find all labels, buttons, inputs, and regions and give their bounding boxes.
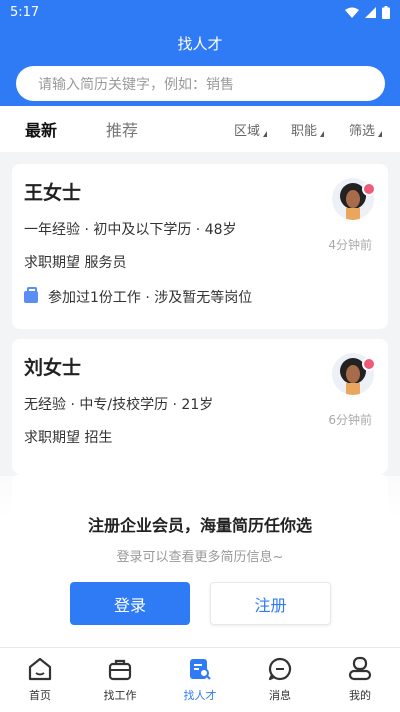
battery-icon [382,5,390,19]
tab-latest[interactable]: 最新 [25,117,57,141]
nav-messages[interactable]: 消息 [240,648,320,712]
nav-messages-label: 消息 [269,689,291,702]
filter-area-label: 区域 [234,123,261,139]
search-input[interactable]: 请输入简历关键字，例如：销售 [16,66,385,101]
chat-icon [268,657,292,681]
register-button[interactable]: 注册 [210,582,331,625]
resume-card[interactable]: 王女士 一年经验 · 初中及以下学历 · 48岁 求职期望 服务员 参加过1份工… [12,164,388,329]
candidate-meta: 无经验 · 中专/技校学历 · 21岁 [24,397,214,413]
header: 找人才 请输入简历关键字，例如：销售 [0,24,400,106]
post-time: 6分钟前 [328,413,372,427]
resume-search-icon [190,659,211,680]
triangle-icon [320,130,325,137]
candidate-work: 参加过1份工作 · 涉及暂无等岗位 [24,287,252,307]
status-time: 5:17 [10,4,40,20]
nav-home[interactable]: 首页 [0,648,80,712]
post-time: 4分钟前 [328,238,372,252]
nav-talent[interactable]: 找人才 [160,648,240,712]
status-bar: 5:17 [0,0,400,24]
nav-mine[interactable]: 我的 [320,648,400,712]
page-title: 找人才 [177,35,223,53]
login-prompt-title: 注册企业会员，海量简历任你选 [87,516,312,535]
nav-mine-label: 我的 [349,689,371,702]
candidate-name: 刘女士 [24,357,82,379]
login-prompt-subtitle: 登录可以查看更多简历信息~ [116,550,284,565]
filter-area[interactable]: 区域 [234,120,268,139]
login-button[interactable]: 登录 [70,582,190,625]
candidate-expectation: 求职期望 招生 [24,430,113,446]
nav-home-label: 首页 [29,689,51,702]
briefcase-icon [24,287,38,303]
triangle-icon [263,130,268,137]
signal-icon [365,6,376,18]
triangle-icon [378,130,383,137]
candidate-meta: 一年经验 · 初中及以下学历 · 48岁 [24,222,237,238]
tab-recommend[interactable]: 推荐 [106,117,138,141]
wifi-icon [345,7,359,18]
nav-talent-label: 找人才 [183,689,217,702]
candidate-expectation: 求职期望 服务员 [24,255,127,271]
filter-more-label: 筛选 [349,123,376,139]
filter-more[interactable]: 筛选 [349,120,383,139]
filter-role[interactable]: 职能 [291,120,325,139]
candidate-name: 王女士 [24,182,82,204]
tab-bar: 最新 推荐 区域 职能 筛选 [0,106,400,152]
home-icon [28,657,52,681]
work-text: 参加过1份工作 · 涉及暂无等岗位 [48,290,253,306]
nav-jobs[interactable]: 找工作 [80,648,160,712]
resume-card[interactable]: 刘女士 无经验 · 中专/技校学历 · 21岁 求职期望 招生 6分钟前 [12,339,388,474]
bottom-nav: 首页 找工作 找人才 消息 我的 [0,647,400,712]
briefcase-icon [108,659,132,681]
gender-badge-icon [362,182,376,196]
gender-badge-icon [362,357,376,371]
search-placeholder: 请输入简历关键字，例如：销售 [38,76,234,93]
nav-jobs-label: 找工作 [103,689,137,702]
user-icon [348,656,372,681]
status-icons [345,5,390,19]
filter-role-label: 职能 [291,123,318,139]
